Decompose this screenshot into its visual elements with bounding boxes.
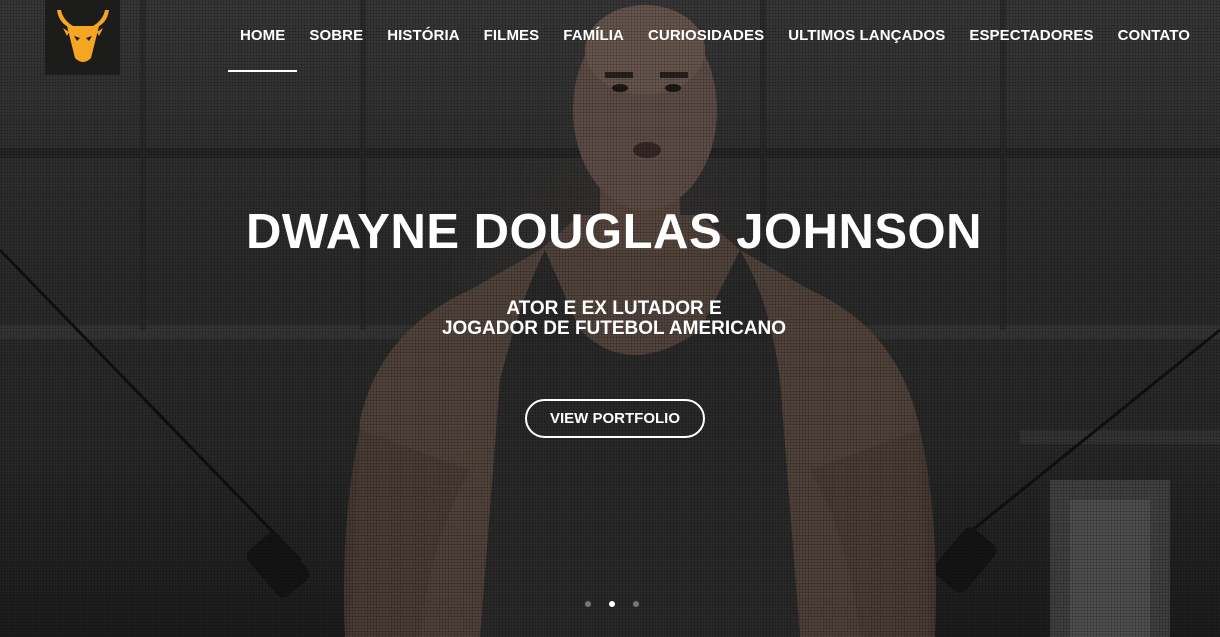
bull-head-icon (56, 9, 109, 62)
nav-item-home[interactable]: HOME (227, 0, 298, 72)
hero-subtitle-line-1: ATOR E EX LUTADOR E (506, 298, 722, 319)
hero-subtitle: ATOR E EX LUTADOR E JOGADOR DE FUTEBOL A… (0, 299, 1220, 339)
hero-title: DWAYNE DOUGLAS JOHNSON (245, 205, 983, 259)
carousel-indicator-1[interactable] (585, 601, 591, 607)
nav-item-espectadores[interactable]: ESPECTADORES (957, 0, 1105, 72)
nav-item-familia[interactable]: FAMÍLIA (551, 0, 636, 72)
main-navigation: HOME SOBRE HISTÓRIA FILMES FAMÍLIA CURIO… (227, 0, 1202, 72)
hero-subtitle-line-2: JOGADOR DE FUTEBOL AMERICANO (441, 318, 787, 339)
carousel-indicators (585, 601, 639, 607)
nav-item-historia[interactable]: HISTÓRIA (375, 0, 471, 72)
nav-item-filmes[interactable]: FILMES (472, 0, 552, 72)
nav-item-ultimos-lancados[interactable]: ULTIMOS LANÇADOS (776, 0, 957, 72)
view-portfolio-button[interactable]: VIEW PORTFOLIO (525, 399, 705, 438)
brand-logo[interactable] (45, 0, 120, 75)
nav-item-sobre[interactable]: SOBRE (297, 0, 375, 72)
carousel-indicator-2[interactable] (609, 601, 615, 607)
nav-item-contato[interactable]: CONTATO (1106, 0, 1202, 72)
hero-section: HOME SOBRE HISTÓRIA FILMES FAMÍLIA CURIO… (0, 0, 1220, 637)
nav-item-curiosidades[interactable]: CURIOSIDADES (636, 0, 776, 72)
carousel-indicator-3[interactable] (633, 601, 639, 607)
